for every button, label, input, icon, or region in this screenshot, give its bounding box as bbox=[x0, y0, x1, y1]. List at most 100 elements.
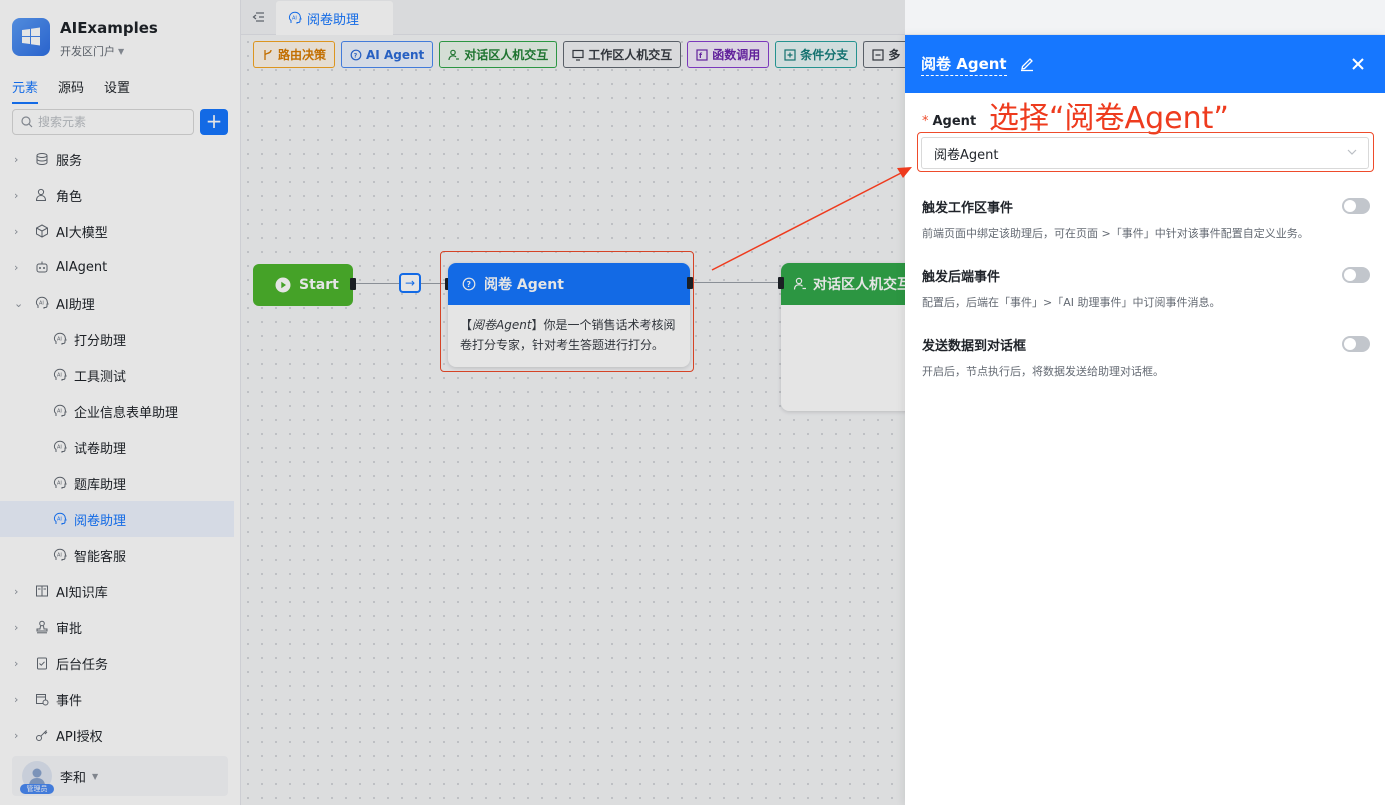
toggle-backend-event[interactable] bbox=[1342, 267, 1370, 283]
agent-select[interactable]: 阅卷Agent bbox=[921, 137, 1369, 169]
tool-label: 条件分支 bbox=[800, 48, 849, 62]
tool-label: 路由决策 bbox=[278, 48, 327, 62]
sidebar-tabs: 元素 源码 设置 bbox=[12, 77, 130, 104]
tree-item-event[interactable]: › 事件 bbox=[0, 681, 241, 717]
chat-node-header: 对话区人机交互 bbox=[781, 263, 905, 305]
setting-description: 配置后，后端在「事件」>「AI 助理事件」中订阅事件消息。 bbox=[922, 296, 1221, 309]
model-icon bbox=[34, 223, 50, 239]
setting-description: 开启后，节点执行后，将数据发送给助理对话框。 bbox=[922, 365, 1164, 378]
annotation-highlight-node bbox=[440, 251, 694, 372]
tree-item-grading-assistant[interactable]: AI 阅卷助理 bbox=[0, 501, 234, 537]
tab-source[interactable]: 源码 bbox=[58, 77, 84, 104]
role-badge: 管理员 bbox=[20, 784, 54, 794]
tool-label: 对话区人机交互 bbox=[464, 48, 549, 62]
transition-icon[interactable]: → bbox=[399, 273, 421, 293]
tool-function-call[interactable]: f 函数调用 bbox=[687, 41, 770, 68]
tree-item-service[interactable]: › 服务 bbox=[0, 141, 241, 177]
ai-assistant-icon: AI bbox=[34, 295, 50, 311]
agent-field-label: * Agent bbox=[922, 114, 976, 129]
user-name: 李和 bbox=[60, 770, 87, 786]
svg-text:?: ? bbox=[354, 52, 358, 59]
sidebar: AIExamples 开发区门户 ▼ 元素 源码 设置 + › 服务 › 角色 bbox=[0, 0, 241, 805]
tab-elements[interactable]: 元素 bbox=[12, 77, 39, 104]
setting-workspace-event: 触发工作区事件 前端页面中绑定该助理后，可在页面 >「事件」中针对该事件配置自定… bbox=[922, 197, 1370, 241]
tree-item-customer-service[interactable]: AI 智能客服 bbox=[0, 537, 241, 573]
toggle-send-to-chat[interactable] bbox=[1342, 336, 1370, 352]
tree-item-scoring-assistant[interactable]: AI 打分助理 bbox=[0, 321, 241, 357]
start-node[interactable]: Start bbox=[253, 264, 353, 306]
element-tree: › 服务 › 角色 › AI大模型 › AIAgent ⌄ AI AI助理 AI… bbox=[0, 141, 241, 753]
search-input[interactable] bbox=[38, 115, 178, 129]
start-label: Start bbox=[299, 277, 339, 293]
drawer-title[interactable]: 阅卷 Agent bbox=[921, 53, 1007, 76]
tree-item-tool-test[interactable]: AI 工具测试 bbox=[0, 357, 241, 393]
chevron-right-icon: › bbox=[14, 188, 19, 202]
tree-item-approval[interactable]: › 审批 bbox=[0, 609, 241, 645]
tool-route-decision[interactable]: 路由决策 bbox=[253, 41, 336, 68]
svg-text:AI: AI bbox=[57, 373, 62, 379]
edit-icon[interactable] bbox=[1019, 56, 1035, 72]
flow-canvas[interactable]: 路由决策 ? AI Agent 对话区人机交互 工作区人机交互 f 函数调用 条… bbox=[241, 35, 905, 805]
ai-assistant-icon: AI bbox=[52, 439, 68, 455]
tree-item-role[interactable]: › 角色 bbox=[0, 177, 241, 213]
search-box bbox=[12, 109, 194, 135]
caret-down-icon: ▼ bbox=[118, 46, 125, 56]
tool-more[interactable]: 多 bbox=[863, 41, 905, 68]
tab-grading-assistant[interactable]: AI 阅卷助理 bbox=[276, 1, 393, 35]
tree-item-ai-assistant[interactable]: ⌄ AI AI助理 bbox=[0, 285, 241, 321]
tree-item-label: 审批 bbox=[56, 621, 83, 637]
approval-icon bbox=[34, 619, 50, 635]
tree-item-api-auth[interactable]: › API授权 bbox=[0, 717, 241, 753]
tree-item-label: API授权 bbox=[56, 729, 103, 745]
tool-condition-branch[interactable]: 条件分支 bbox=[775, 41, 858, 68]
search-icon bbox=[21, 116, 33, 128]
svg-text:AI: AI bbox=[57, 517, 62, 523]
setting-title: 发送数据到对话框 bbox=[922, 339, 1027, 354]
tree-item-knowledge-base[interactable]: › AI知识库 bbox=[0, 573, 241, 609]
multi-icon bbox=[872, 48, 884, 61]
close-icon[interactable] bbox=[1351, 57, 1365, 71]
chat-in-port[interactable] bbox=[778, 277, 784, 289]
monitor-icon bbox=[572, 49, 584, 61]
setting-backend-event: 触发后端事件 配置后，后端在「事件」>「AI 助理事件」中订阅事件消息。 bbox=[922, 266, 1370, 310]
toggle-workspace-event[interactable] bbox=[1342, 198, 1370, 214]
collapse-sidebar-icon[interactable] bbox=[251, 10, 265, 24]
agent-label-text: Agent bbox=[932, 114, 977, 129]
play-icon bbox=[275, 277, 291, 293]
tool-chat-interaction[interactable]: 对话区人机交互 bbox=[439, 41, 558, 68]
tool-ai-agent[interactable]: ? AI Agent bbox=[341, 41, 434, 68]
task-icon bbox=[34, 655, 50, 671]
tree-item-label: 角色 bbox=[56, 189, 83, 205]
svg-text:AI: AI bbox=[57, 481, 62, 487]
tool-label: 多 bbox=[888, 48, 901, 62]
user-menu[interactable]: 管理员 李和 ▼ bbox=[12, 756, 228, 796]
tree-item-background-task[interactable]: › 后台任务 bbox=[0, 645, 241, 681]
portal-selector[interactable]: 开发区门户 ▼ bbox=[60, 43, 158, 59]
avatar: 管理员 bbox=[20, 761, 54, 794]
tree-item-label: 阅卷助理 bbox=[74, 513, 127, 529]
edge-start-mid bbox=[353, 283, 399, 284]
setting-send-to-chat: 发送数据到对话框 开启后，节点执行后，将数据发送给助理对话框。 bbox=[922, 335, 1370, 379]
tab-label: 阅卷助理 bbox=[307, 12, 360, 28]
add-element-button[interactable]: + bbox=[200, 109, 228, 135]
ai-assistant-icon: AI bbox=[52, 547, 68, 563]
tree-item-exam-assistant[interactable]: AI 试卷助理 bbox=[0, 429, 241, 465]
required-mark: * bbox=[922, 114, 929, 129]
tab-settings[interactable]: 设置 bbox=[104, 77, 130, 104]
tree-item-label: 服务 bbox=[56, 153, 83, 169]
tool-workspace-interaction[interactable]: 工作区人机交互 bbox=[563, 41, 682, 68]
tree-item-label: AI知识库 bbox=[56, 585, 108, 601]
tree-item-ai-model[interactable]: › AI大模型 bbox=[0, 213, 241, 249]
tree-item-question-bank-assistant[interactable]: AI 题库助理 bbox=[0, 465, 241, 501]
chat-interaction-node[interactable]: 对话区人机交互 bbox=[781, 263, 905, 411]
svg-text:AI: AI bbox=[57, 409, 62, 415]
branch-icon bbox=[264, 49, 272, 60]
tool-label: AI Agent bbox=[366, 47, 425, 62]
tree-item-aiagent[interactable]: › AIAgent bbox=[0, 249, 241, 285]
tree-item-label: 题库助理 bbox=[74, 477, 127, 493]
tree-item-enterprise-form-assistant[interactable]: AI 企业信息表单助理 bbox=[0, 393, 241, 429]
setting-title: 触发后端事件 bbox=[922, 270, 1001, 285]
tree-item-label: AIAgent bbox=[56, 259, 108, 275]
app-name: AIExamples bbox=[60, 19, 158, 37]
start-out-port[interactable] bbox=[350, 278, 356, 290]
